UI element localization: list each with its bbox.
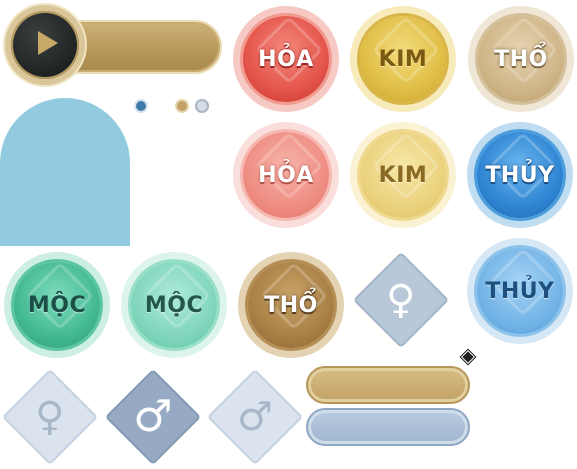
male-tile: ♂ [104,368,202,466]
element-label: THỔ [264,292,318,318]
earth-coin-face: THỔ [248,262,334,348]
element-earth-button[interactable]: THỔ [238,252,344,358]
wood-coin-face: MỘC [14,262,100,348]
album-art [11,11,79,79]
element-earth-button-pale[interactable]: THỔ [468,6,574,112]
element-water-button-pale[interactable]: THỦY [467,238,573,344]
pager-dot-gold[interactable] [175,99,189,113]
gender-male-button[interactable]: ♂ [103,367,203,467]
female-icon: ♀ [386,276,416,323]
play-icon [38,31,58,55]
blue-panel [0,98,130,246]
pager-dot-active[interactable] [134,99,148,113]
element-label: HỎA [258,46,314,72]
gender-female-button[interactable]: ♀ [351,250,451,350]
element-label: KIM [378,162,428,188]
blue-pill-button[interactable] [306,408,470,446]
element-metal-button-pale[interactable]: KIM [350,122,456,228]
male-icon: ♂ [133,390,173,442]
female-icon: ♀ [35,393,65,440]
element-label: MỘC [27,292,87,318]
play-button[interactable] [5,5,85,85]
diamond-marker-icon [459,348,477,366]
water-coin-face: THỦY [477,132,563,218]
element-fire-button-pale[interactable]: HỎA [233,122,339,228]
wood-coin-face: MỘC [131,262,217,348]
male-tile: ♂ [206,368,304,466]
element-metal-button[interactable]: KIM [350,6,456,112]
element-label: HỎA [258,162,314,188]
gender-female-button-light[interactable]: ♀ [0,367,100,467]
water-coin-face: THỦY [477,248,563,334]
pager-dot-inactive[interactable] [195,99,209,113]
element-label: THỔ [494,46,548,72]
female-tile: ♀ [352,251,450,349]
element-label: MỘC [144,292,204,318]
gender-male-button-light[interactable]: ♂ [205,367,305,467]
male-icon: ♂ [237,393,273,440]
element-water-button[interactable]: THỦY [467,122,573,228]
element-label: THỦY [485,278,555,304]
element-label: THỦY [485,162,555,188]
metal-coin-face: KIM [360,16,446,102]
gold-pill-button[interactable] [306,366,470,404]
element-wood-button-pale[interactable]: MỘC [121,252,227,358]
fire-coin-face: HỎA [243,132,329,218]
element-label: KIM [378,46,428,72]
element-fire-button[interactable]: HỎA [233,6,339,112]
fire-coin-face: HỎA [243,16,329,102]
earth-coin-face: THỔ [478,16,564,102]
female-tile: ♀ [1,368,99,466]
element-wood-button[interactable]: MỘC [4,252,110,358]
metal-coin-face: KIM [360,132,446,218]
